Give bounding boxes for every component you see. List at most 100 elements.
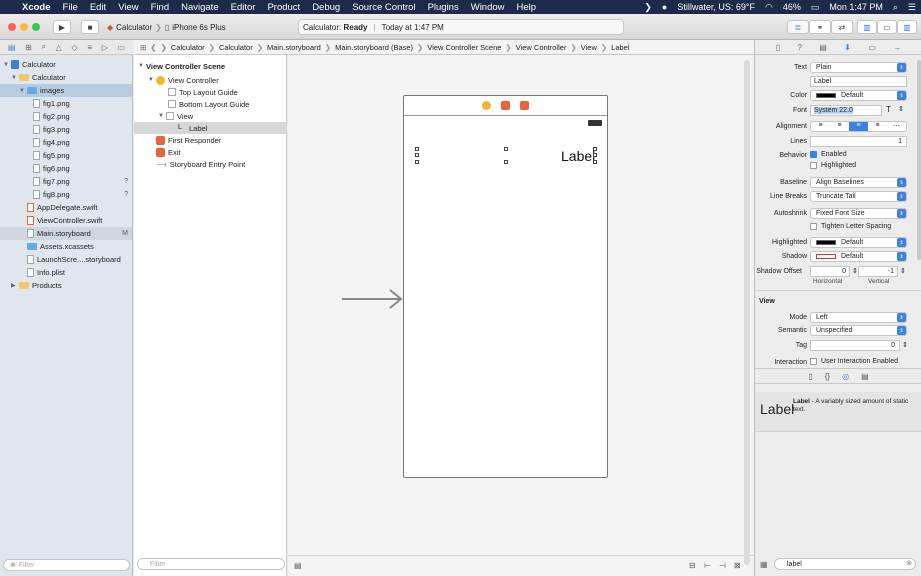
menu-view[interactable]: View (112, 2, 144, 13)
library-grid-toggle-icon[interactable]: ▦ (760, 560, 768, 569)
breadcrumb-file-base[interactable]: Main.storyboard (Base) (335, 43, 413, 52)
symbol-icon[interactable]: ⊞ (25, 43, 32, 52)
disclosure-open-icon[interactable]: ▼ (3, 62, 11, 68)
outline-scene[interactable]: ▼ View Controller Scene (134, 60, 287, 72)
stop-button[interactable]: ■ (81, 20, 99, 34)
line-breaks-popup[interactable]: Truncate Tail ⇕ (810, 191, 907, 202)
disclosure-closed-icon[interactable]: ▶ (11, 282, 19, 289)
navigator-filter-input[interactable]: ⊕ Filter (3, 559, 130, 571)
identity-inspector-icon[interactable]: ▤ (819, 43, 827, 52)
app-menu[interactable]: Xcode (16, 2, 57, 13)
disclosure-open-icon[interactable]: ▼ (11, 75, 19, 81)
file-row[interactable]: fig5.png (0, 149, 132, 162)
outline-view[interactable]: ▼ View (134, 110, 287, 122)
wifi-icon[interactable]: ◠ (760, 2, 778, 13)
file-row[interactable]: fig2.png (0, 110, 132, 123)
toggle-utilities-button[interactable]: ▥ (897, 20, 917, 34)
align-center-icon[interactable]: ≡ (830, 122, 849, 131)
shadow-offset-horizontal[interactable]: 0 (810, 266, 850, 277)
file-inspector-icon[interactable]: ▯ (776, 43, 780, 52)
menu-edit[interactable]: Edit (84, 2, 112, 13)
object-library-icon[interactable]: ◎ (842, 372, 849, 381)
toggle-debug-button[interactable]: ▭ (877, 20, 897, 34)
breadcrumb-scene[interactable]: View Controller Scene (427, 43, 501, 52)
scheme-selector[interactable]: ◆ Calculator ❯ ▯ iPhone 6s Plus (107, 20, 226, 34)
outline-controller[interactable]: ▼ View Controller (134, 74, 287, 86)
inspector-scrollbar[interactable] (917, 60, 921, 260)
autoshrink-popup[interactable]: Fixed Font Size ⇕ (810, 208, 907, 219)
align-natural-icon[interactable]: ⋯ (887, 122, 906, 131)
scheme-target[interactable]: Calculator (116, 23, 152, 32)
view-controller-scene[interactable]: Label (403, 95, 608, 478)
forward-button[interactable]: ❯ (161, 43, 167, 52)
library-filter-input[interactable]: label ⊗ (774, 558, 916, 570)
breadcrumb-file[interactable]: Main.storyboard (267, 43, 321, 52)
stepper-icon[interactable]: ⇕ (852, 267, 858, 275)
zoom-window-button[interactable] (32, 23, 40, 31)
outline-filter-input[interactable]: Filter (137, 558, 285, 570)
file-row[interactable]: LaunchScre....storyboard (0, 253, 132, 266)
related-items-icon[interactable]: ⊞ (140, 43, 146, 52)
font-size-stepper[interactable]: ⇕ (898, 105, 904, 113)
font-picker-icon[interactable]: T (886, 105, 891, 114)
quick-help-icon[interactable]: ? (797, 43, 801, 52)
stepper-icon[interactable]: ⇕ (900, 267, 906, 275)
menu-plugins[interactable]: Plugins (422, 2, 465, 13)
project-row[interactable]: ▼ Calculator (0, 58, 132, 71)
menu-navigate[interactable]: Navigate (175, 2, 225, 13)
issue-icon[interactable]: △ (56, 43, 62, 52)
shadow-offset-vertical[interactable]: -1 (858, 266, 898, 277)
file-row[interactable]: Assets.xcassets (0, 240, 132, 253)
resize-handle[interactable] (415, 153, 419, 157)
text-type-popup[interactable]: Plain ⇕ (810, 62, 907, 73)
color-popup[interactable]: Default ⇕ (810, 90, 907, 101)
enabled-checkbox[interactable] (810, 151, 817, 158)
semantic-popup[interactable]: Unspecified ⇕ (810, 325, 907, 336)
align-icon[interactable]: ⊢ (704, 561, 711, 570)
view-controller-dock-icon[interactable] (482, 101, 491, 110)
folder-icon[interactable]: ▤ (8, 43, 16, 52)
menu-editor[interactable]: Editor (225, 2, 262, 13)
resize-handle[interactable] (504, 147, 508, 151)
menu-product[interactable]: Product (261, 2, 306, 13)
outline-entry-point[interactable]: ⟶ Storyboard Entry Point (134, 158, 287, 170)
spotlight-icon[interactable]: ⌕ (888, 2, 903, 13)
stepper-icon[interactable]: ⇕ (902, 341, 908, 349)
disclosure-open-icon[interactable]: ▼ (19, 88, 27, 94)
run-button[interactable]: ▶ (53, 20, 71, 34)
toggle-navigator-button[interactable]: ▥ (857, 20, 877, 34)
exit-dock-icon[interactable] (520, 101, 529, 110)
battery-percent[interactable]: 46% (778, 2, 806, 12)
breadcrumb-label[interactable]: Label (611, 43, 629, 52)
resize-handle[interactable] (593, 160, 597, 164)
resize-handle[interactable] (504, 160, 508, 164)
group-row[interactable]: ▼ Calculator (0, 71, 132, 84)
resize-handle[interactable] (593, 147, 597, 151)
report-icon[interactable]: ▭ (118, 43, 126, 52)
breadcrumb-view[interactable]: View (581, 43, 597, 52)
tag-field[interactable]: 0 (810, 340, 900, 351)
menu-window[interactable]: Window (465, 2, 511, 13)
connections-inspector-icon[interactable]: → (893, 43, 901, 52)
outline-top-guide[interactable]: Top Layout Guide (134, 86, 287, 98)
close-window-button[interactable] (8, 23, 16, 31)
file-row[interactable]: AppDelegate.swift (0, 201, 132, 214)
weather-status[interactable]: Stillwater, US: 69°F (672, 2, 760, 12)
code-snippet-icon[interactable]: {} (825, 372, 830, 381)
size-inspector-icon[interactable]: ▭ (868, 43, 876, 52)
lines-field[interactable]: 1 (810, 136, 907, 147)
outline-first-responder[interactable]: First Responder (134, 134, 287, 146)
file-row[interactable]: Info.plist (0, 266, 132, 279)
minimize-window-button[interactable] (20, 23, 28, 31)
entry-point-arrow[interactable] (342, 288, 404, 310)
highlighted-color-popup[interactable]: Default ⇕ (810, 237, 907, 248)
user-interaction-checkbox[interactable] (810, 358, 817, 365)
file-row[interactable]: fig3.png (0, 123, 132, 136)
resize-handle[interactable] (415, 147, 419, 151)
breadcrumb-project[interactable]: Calculator (171, 43, 205, 52)
outline-label[interactable]: L Label (134, 122, 287, 134)
file-row[interactable]: fig6.png (0, 162, 132, 175)
attributes-inspector-icon[interactable]: ⬇ (844, 43, 851, 52)
disclosure-open-icon[interactable]: ▼ (148, 77, 156, 83)
find-icon[interactable]: ⌕ (41, 42, 45, 52)
